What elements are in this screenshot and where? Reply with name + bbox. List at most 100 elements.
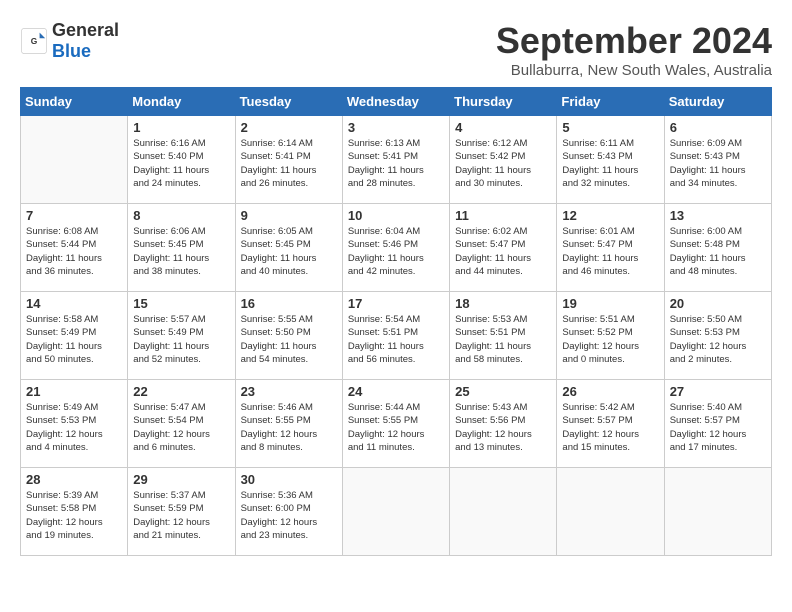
location-text: Bullaburra, New South Wales, Australia: [496, 62, 772, 79]
table-cell: 19 Sunrise: 5:51 AM Sunset: 5:52 PM Dayli…: [557, 292, 664, 380]
day-number: 21: [26, 384, 122, 399]
header-tuesday: Tuesday: [235, 88, 342, 116]
day-number: 20: [670, 296, 766, 311]
day-number: 12: [562, 208, 658, 223]
calendar-row: 1 Sunrise: 6:16 AM Sunset: 5:40 PM Daylig…: [21, 116, 772, 204]
logo-icon: G: [20, 27, 48, 55]
day-info: Sunrise: 5:53 AM Sunset: 5:51 PM Dayligh…: [455, 313, 551, 366]
day-info: Sunrise: 5:50 AM Sunset: 5:53 PM Dayligh…: [670, 313, 766, 366]
day-number: 2: [241, 120, 337, 135]
table-cell: 11 Sunrise: 6:02 AM Sunset: 5:47 PM Dayli…: [450, 204, 557, 292]
header-friday: Friday: [557, 88, 664, 116]
header-thursday: Thursday: [450, 88, 557, 116]
day-number: 11: [455, 208, 551, 223]
calendar-row: 7 Sunrise: 6:08 AM Sunset: 5:44 PM Daylig…: [21, 204, 772, 292]
day-number: 15: [133, 296, 229, 311]
day-number: 9: [241, 208, 337, 223]
table-cell: 1 Sunrise: 6:16 AM Sunset: 5:40 PM Daylig…: [128, 116, 235, 204]
day-info: Sunrise: 6:00 AM Sunset: 5:48 PM Dayligh…: [670, 225, 766, 278]
table-cell: 3 Sunrise: 6:13 AM Sunset: 5:41 PM Daylig…: [342, 116, 449, 204]
table-cell: 17Sunrise: 5:54 AM Sunset: 5:51 PM Dayli…: [342, 292, 449, 380]
day-number: 13: [670, 208, 766, 223]
day-info: Sunrise: 6:12 AM Sunset: 5:42 PM Dayligh…: [455, 137, 551, 190]
table-cell: 27 Sunrise: 5:40 AM Sunset: 5:57 PM Dayli…: [664, 380, 771, 468]
day-info: Sunrise: 5:43 AM Sunset: 5:56 PM Dayligh…: [455, 401, 551, 454]
day-info: Sunrise: 6:04 AM Sunset: 5:46 PM Dayligh…: [348, 225, 444, 278]
day-info: Sunrise: 6:05 AM Sunset: 5:45 PM Dayligh…: [241, 225, 337, 278]
day-number: 8: [133, 208, 229, 223]
table-cell: 30Sunrise: 5:36 AM Sunset: 6:00 PM Dayli…: [235, 468, 342, 556]
day-number: 25: [455, 384, 551, 399]
day-info: Sunrise: 6:01 AM Sunset: 5:47 PM Dayligh…: [562, 225, 658, 278]
table-cell: [450, 468, 557, 556]
logo-general-text: General: [52, 20, 119, 40]
day-number: 22: [133, 384, 229, 399]
day-number: 6: [670, 120, 766, 135]
day-number: 5: [562, 120, 658, 135]
day-info: Sunrise: 6:13 AM Sunset: 5:41 PM Dayligh…: [348, 137, 444, 190]
header-monday: Monday: [128, 88, 235, 116]
day-info: Sunrise: 5:44 AM Sunset: 5:55 PM Dayligh…: [348, 401, 444, 454]
day-number: 7: [26, 208, 122, 223]
day-number: 14: [26, 296, 122, 311]
day-number: 26: [562, 384, 658, 399]
day-info: Sunrise: 6:16 AM Sunset: 5:40 PM Dayligh…: [133, 137, 229, 190]
table-cell: [342, 468, 449, 556]
day-info: Sunrise: 5:40 AM Sunset: 5:57 PM Dayligh…: [670, 401, 766, 454]
calendar-row: 14 Sunrise: 5:58 AM Sunset: 5:49 PM Dayli…: [21, 292, 772, 380]
table-cell: 14 Sunrise: 5:58 AM Sunset: 5:49 PM Dayli…: [21, 292, 128, 380]
svg-text:G: G: [31, 36, 38, 46]
table-cell: 8Sunrise: 6:06 AM Sunset: 5:45 PM Daylig…: [128, 204, 235, 292]
table-cell: 6 Sunrise: 6:09 AM Sunset: 5:43 PM Daylig…: [664, 116, 771, 204]
day-info: Sunrise: 5:37 AM Sunset: 5:59 PM Dayligh…: [133, 489, 229, 542]
day-number: 1: [133, 120, 229, 135]
day-info: Sunrise: 6:11 AM Sunset: 5:43 PM Dayligh…: [562, 137, 658, 190]
header-wednesday: Wednesday: [342, 88, 449, 116]
day-info: Sunrise: 5:46 AM Sunset: 5:55 PM Dayligh…: [241, 401, 337, 454]
day-info: Sunrise: 5:39 AM Sunset: 5:58 PM Dayligh…: [26, 489, 122, 542]
table-cell: 12 Sunrise: 6:01 AM Sunset: 5:47 PM Dayli…: [557, 204, 664, 292]
day-number: 19: [562, 296, 658, 311]
table-cell: 4Sunrise: 6:12 AM Sunset: 5:42 PM Daylig…: [450, 116, 557, 204]
day-info: Sunrise: 5:58 AM Sunset: 5:49 PM Dayligh…: [26, 313, 122, 366]
table-cell: [664, 468, 771, 556]
day-number: 27: [670, 384, 766, 399]
table-cell: 20 Sunrise: 5:50 AM Sunset: 5:53 PM Dayli…: [664, 292, 771, 380]
day-info: Sunrise: 5:49 AM Sunset: 5:53 PM Dayligh…: [26, 401, 122, 454]
table-cell: 2 Sunrise: 6:14 AM Sunset: 5:41 PM Daylig…: [235, 116, 342, 204]
page-header: G General Blue September 2024 Bullaburra…: [20, 20, 772, 79]
day-info: Sunrise: 6:02 AM Sunset: 5:47 PM Dayligh…: [455, 225, 551, 278]
table-cell: 25 Sunrise: 5:43 AM Sunset: 5:56 PM Dayli…: [450, 380, 557, 468]
table-cell: 21 Sunrise: 5:49 AM Sunset: 5:53 PM Dayli…: [21, 380, 128, 468]
day-info: Sunrise: 5:57 AM Sunset: 5:49 PM Dayligh…: [133, 313, 229, 366]
calendar-table: Sunday Monday Tuesday Wednesday Thursday…: [20, 87, 772, 556]
day-info: Sunrise: 6:14 AM Sunset: 5:41 PM Dayligh…: [241, 137, 337, 190]
day-number: 16: [241, 296, 337, 311]
table-cell: 13 Sunrise: 6:00 AM Sunset: 5:48 PM Dayli…: [664, 204, 771, 292]
table-cell: 10 Sunrise: 6:04 AM Sunset: 5:46 PM Dayli…: [342, 204, 449, 292]
table-cell: 9 Sunrise: 6:05 AM Sunset: 5:45 PM Daylig…: [235, 204, 342, 292]
table-cell: 24 Sunrise: 5:44 AM Sunset: 5:55 PM Dayli…: [342, 380, 449, 468]
calendar-header-row: Sunday Monday Tuesday Wednesday Thursday…: [21, 88, 772, 116]
table-cell: 22Sunrise: 5:47 AM Sunset: 5:54 PM Dayli…: [128, 380, 235, 468]
logo: G General Blue: [20, 20, 119, 62]
table-cell: 26Sunrise: 5:42 AM Sunset: 5:57 PM Dayli…: [557, 380, 664, 468]
day-number: 24: [348, 384, 444, 399]
header-saturday: Saturday: [664, 88, 771, 116]
day-info: Sunrise: 5:51 AM Sunset: 5:52 PM Dayligh…: [562, 313, 658, 366]
table-cell: [557, 468, 664, 556]
day-info: Sunrise: 5:54 AM Sunset: 5:51 PM Dayligh…: [348, 313, 444, 366]
day-number: 23: [241, 384, 337, 399]
table-cell: 28Sunrise: 5:39 AM Sunset: 5:58 PM Dayli…: [21, 468, 128, 556]
table-cell: 7 Sunrise: 6:08 AM Sunset: 5:44 PM Daylig…: [21, 204, 128, 292]
day-number: 10: [348, 208, 444, 223]
month-title: September 2024: [496, 20, 772, 62]
day-number: 18: [455, 296, 551, 311]
day-number: 3: [348, 120, 444, 135]
day-info: Sunrise: 6:08 AM Sunset: 5:44 PM Dayligh…: [26, 225, 122, 278]
table-cell: [21, 116, 128, 204]
day-info: Sunrise: 6:09 AM Sunset: 5:43 PM Dayligh…: [670, 137, 766, 190]
table-cell: 18 Sunrise: 5:53 AM Sunset: 5:51 PM Dayli…: [450, 292, 557, 380]
table-cell: 15 Sunrise: 5:57 AM Sunset: 5:49 PM Dayli…: [128, 292, 235, 380]
day-number: 30: [241, 472, 337, 487]
